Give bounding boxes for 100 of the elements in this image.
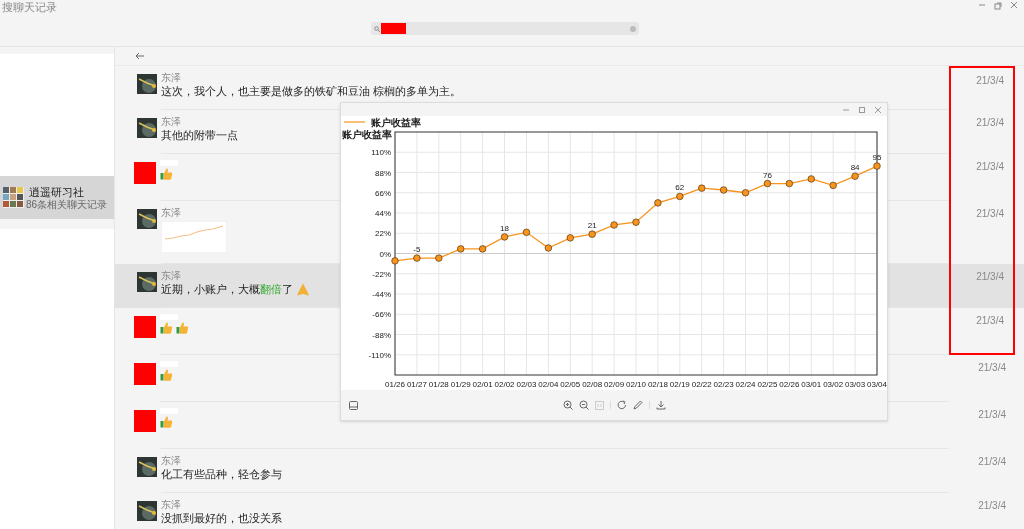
- data-point: [435, 254, 443, 262]
- message-text: 没抓到最好的，也没关系: [161, 511, 282, 526]
- x-tick-label: 03/01: [801, 380, 822, 389]
- data-label: 76: [763, 170, 772, 180]
- x-tick-label: 02/24: [735, 380, 756, 389]
- message-date: 21/3/4: [978, 362, 1006, 373]
- x-tick-label: 01/27: [406, 380, 427, 389]
- close-icon[interactable]: [875, 106, 881, 113]
- pencil-icon[interactable]: [632, 400, 643, 410]
- message-date: 21/3/4: [976, 315, 1004, 326]
- data-label: 62: [675, 183, 685, 193]
- message-date: 21/3/4: [976, 117, 1004, 128]
- window-title: 搜聊天记录: [1, 0, 57, 14]
- chat-list-item[interactable]: 逍遥研习社 86条相关聊天记录: [0, 176, 114, 219]
- x-tick-label: 01/29: [450, 380, 471, 389]
- restore-icon[interactable]: [994, 2, 1002, 10]
- data-point: [522, 228, 531, 236]
- x-tick-label: 02/22: [691, 380, 712, 389]
- message-text: 其他的附带一点: [161, 128, 238, 143]
- message-text: 化工有些品种，轻仓参与: [161, 467, 282, 482]
- search-field[interactable]: [371, 22, 639, 35]
- x-tick-label: 01/28: [428, 380, 449, 389]
- x-tick-label: 02/18: [647, 380, 668, 389]
- data-point: [741, 189, 750, 197]
- x-tick-label: 03/02: [823, 380, 844, 389]
- legend-line-icon: [344, 121, 365, 123]
- y-tick-label: -44%: [372, 290, 391, 299]
- data-point: [544, 244, 552, 252]
- data-point: [566, 234, 574, 242]
- x-tick-label: 02/26: [779, 380, 800, 389]
- search-icon: [374, 25, 380, 32]
- data-point: [413, 254, 421, 262]
- data-point: [676, 192, 684, 201]
- data-point: [391, 257, 399, 265]
- message-date: 21/3/4: [976, 208, 1004, 219]
- data-point: [851, 172, 859, 180]
- group-avatar: [3, 187, 24, 208]
- zoom-in-icon[interactable]: [562, 400, 573, 410]
- data-label: 18: [500, 223, 509, 233]
- chat-name: 逍遥研习社: [29, 184, 85, 199]
- message-text: 这次，我个人，也主要是做多的铁矿和豆油 棕榈的多单为主。: [161, 84, 461, 99]
- y-tick-label: 22%: [375, 229, 391, 239]
- close-icon[interactable]: [1010, 2, 1018, 10]
- data-point: [720, 186, 728, 194]
- chat-subtitle: 86条相关聊天记录: [26, 198, 108, 211]
- y-tick-label: -22%: [372, 269, 391, 279]
- x-tick-label: 02/19: [669, 380, 690, 389]
- data-point: [457, 245, 465, 253]
- message-text: 近期，小账户，大概翻倍了: [161, 282, 293, 297]
- data-point: [654, 199, 662, 207]
- data-point: [500, 233, 509, 241]
- message-date: 21/3/4: [976, 271, 1004, 282]
- x-tick-label: 02/01: [472, 380, 493, 389]
- data-point: [829, 181, 837, 190]
- zoom-out-icon[interactable]: [578, 400, 589, 410]
- x-tick-label: 02/08: [582, 380, 603, 389]
- x-tick-label: 02/09: [604, 380, 625, 389]
- sender-name: 东泽: [161, 207, 181, 218]
- message-date: 21/3/4: [978, 456, 1006, 467]
- x-tick-label: 02/23: [713, 380, 734, 389]
- y-tick-label: -110%: [368, 350, 391, 360]
- data-point: [632, 218, 640, 226]
- legend-label: 账户收益率: [371, 116, 421, 128]
- data-label: 95: [872, 153, 882, 163]
- y-tick-label: 110%: [371, 148, 391, 158]
- x-tick-label: 02/25: [757, 380, 778, 389]
- y-tick-label: -66%: [372, 310, 391, 320]
- x-tick-label: 01/26: [385, 380, 405, 389]
- y-tick-label: 0%: [379, 249, 391, 259]
- download-icon[interactable]: [655, 400, 666, 410]
- data-point: [763, 179, 772, 188]
- data-point: [873, 162, 881, 170]
- x-tick-label: 02/03: [516, 380, 537, 389]
- data-point: [610, 221, 618, 229]
- back-arrow-icon[interactable]: [135, 52, 145, 60]
- message-date: 21/3/4: [978, 500, 1006, 511]
- maximize-icon[interactable]: [859, 106, 865, 113]
- sender-name: 东泽: [161, 455, 181, 466]
- y-tick-label: 88%: [375, 168, 391, 178]
- message-date: 21/3/4: [976, 161, 1004, 172]
- sender-name: 东泽: [161, 499, 181, 510]
- chart-thumbnail: [161, 221, 227, 253]
- x-tick-label: 02/10: [626, 380, 646, 389]
- data-point: [807, 175, 815, 183]
- layout-icon[interactable]: [349, 400, 358, 410]
- data-point: [698, 184, 706, 192]
- data-point: [588, 230, 596, 238]
- data-point: [479, 245, 487, 253]
- sender-name: 东泽: [161, 270, 181, 281]
- y-axis-title: 账户收益率: [342, 129, 392, 140]
- data-label: 21: [587, 221, 597, 231]
- data-label: -5: [413, 245, 421, 255]
- x-tick-label: 02/02: [494, 380, 515, 389]
- sender-name: 东泽: [161, 116, 181, 127]
- redaction-block: [381, 23, 406, 34]
- x-tick-label: 03/04: [867, 380, 887, 389]
- x-tick-label: 02/05: [560, 380, 581, 389]
- y-tick-label: -88%: [372, 330, 391, 340]
- y-tick-label: 66%: [375, 188, 391, 198]
- refresh-icon[interactable]: [616, 400, 627, 410]
